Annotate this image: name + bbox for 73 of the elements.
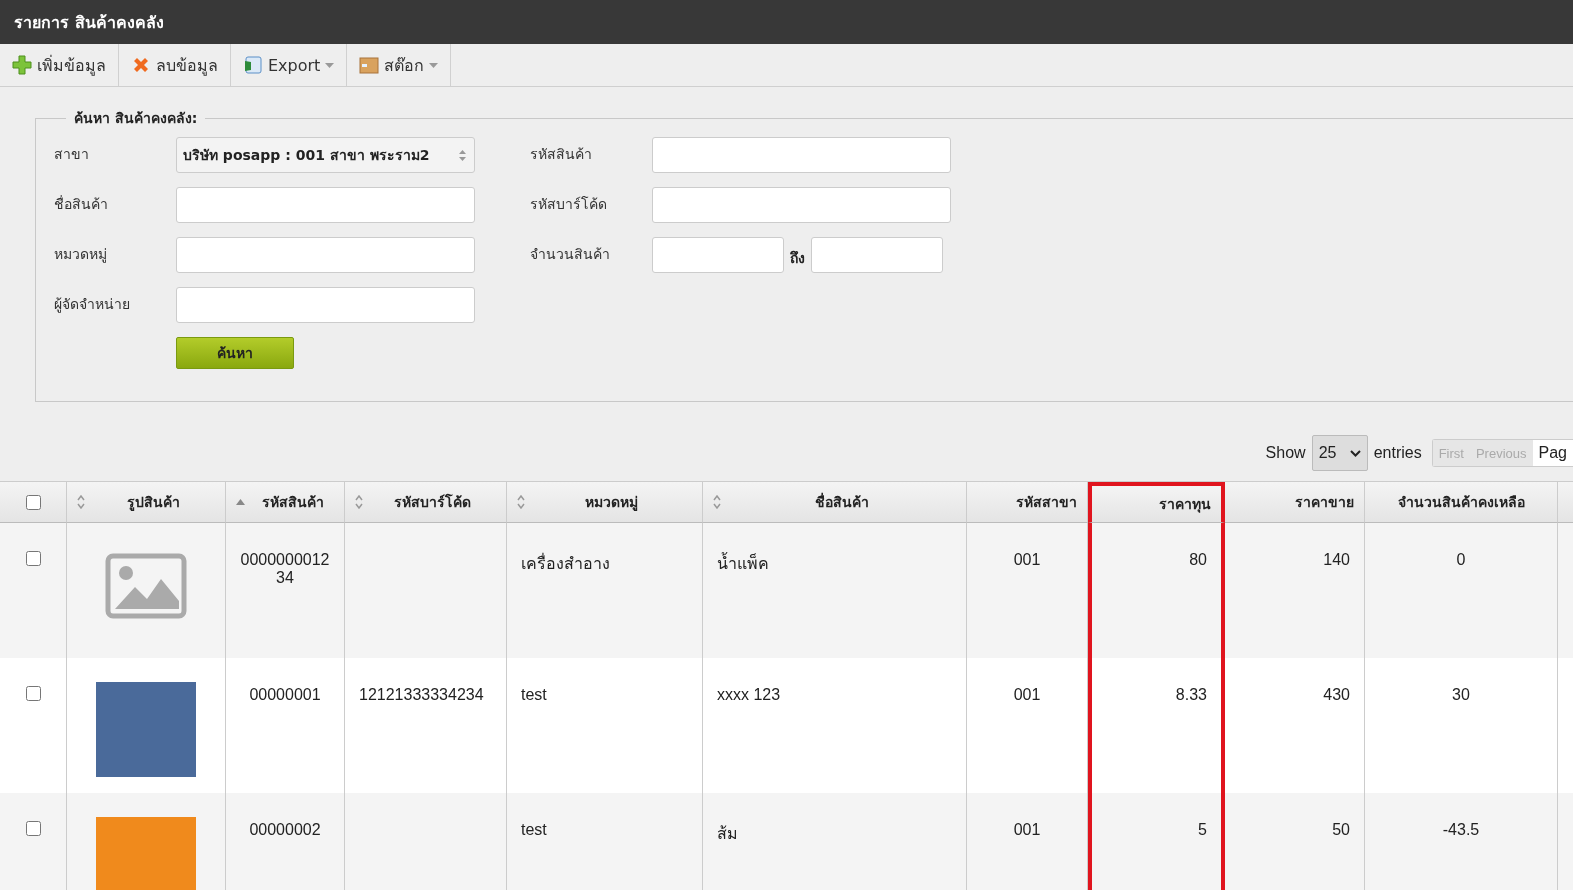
column-header[interactable]: หมวดหมู่: [507, 482, 703, 523]
spreadsheet-icon: [243, 55, 263, 75]
table-cell: ส้ม: [703, 793, 967, 890]
sort-icon[interactable]: [517, 495, 525, 509]
select-arrows-icon: [459, 149, 466, 161]
window-title: รายการ สินค้าคงคลัง: [0, 0, 1573, 44]
table-cell: 30: [1365, 658, 1558, 793]
row-checkbox[interactable]: [25, 686, 41, 701]
table-cell: test: [507, 658, 703, 793]
table-cell: test: [507, 793, 703, 890]
field-label: รหัสบาร์โค้ด: [530, 195, 608, 214]
field-label: ชื่อสินค้า: [54, 194, 109, 214]
table-cell: 00000001: [226, 658, 345, 793]
input-field[interactable]: [811, 237, 943, 273]
field-label: จำนวนสินค้า: [530, 245, 611, 264]
table-cell: 50: [1225, 793, 1365, 890]
table-cell: 001: [967, 523, 1088, 658]
table-cell: 000000001234: [226, 523, 345, 658]
table-cell: 001: [967, 658, 1088, 793]
panel-legend: ค้นหา สินค้าคงคลัง:: [66, 107, 206, 129]
toolbar-button[interactable]: สต๊อก: [347, 44, 452, 86]
table-cell: 8.33: [1088, 658, 1225, 793]
column-header[interactable]: รูปสินค้า: [67, 482, 226, 523]
table-cell: 430: [1225, 658, 1365, 793]
column-header[interactable]: จำนวนสินค้าคงเหลือ: [1365, 482, 1558, 523]
field-label: สาขา: [54, 145, 90, 164]
range-separator: ถึง: [789, 249, 806, 268]
column-header[interactable]: ชื่อสินค้า: [703, 482, 967, 523]
select-all-checkbox[interactable]: [25, 494, 41, 510]
column-header[interactable]: ราคาขาย: [1225, 482, 1365, 523]
input-field[interactable]: [176, 287, 475, 323]
branch-select[interactable]: บริษัท posapp : 001 สาขา พระราม2: [176, 137, 475, 173]
table-cell: น้ำแพ็ค: [703, 523, 967, 658]
box-icon: [359, 55, 380, 75]
table-cell: เครื่องสำอาง: [507, 523, 703, 658]
plus-icon: [12, 55, 32, 75]
toolbar-button[interactable]: ลบข้อมูล: [119, 44, 231, 86]
table-cell: -43.5: [1365, 793, 1558, 890]
row-checkbox[interactable]: [25, 551, 41, 566]
column-header[interactable]: รหัสสาขา: [967, 482, 1088, 523]
table-cell: 0: [1365, 523, 1558, 658]
input-field[interactable]: [176, 237, 475, 273]
column-header[interactable]: ราคาทุน: [1088, 482, 1225, 523]
input-field[interactable]: [652, 137, 951, 173]
sort-icon[interactable]: [355, 495, 363, 509]
sort-icon[interactable]: [713, 495, 721, 509]
image-placeholder-icon: [105, 553, 187, 619]
input-field[interactable]: [176, 187, 475, 223]
page-size-select[interactable]: 25: [1311, 435, 1368, 471]
field-label: ผู้จัดจำหน่าย: [54, 295, 131, 315]
column-header[interactable]: รหัสบาร์โค้ด: [345, 482, 507, 523]
table-cell: 140: [1225, 523, 1365, 658]
sort-ascending-icon[interactable]: [236, 499, 245, 505]
table-cell: 80: [1088, 523, 1225, 658]
field-label: รหัสสินค้า: [530, 145, 593, 164]
search-button[interactable]: ค้นหา: [176, 337, 294, 369]
table-cell: 001: [967, 793, 1088, 890]
sort-icon[interactable]: [77, 495, 85, 509]
column-header[interactable]: รหัสสินค้า: [226, 482, 345, 523]
pager-button[interactable]: Pag: [1532, 440, 1573, 466]
field-label: หมวดหมู่: [54, 245, 108, 265]
show-label: Show: [1265, 444, 1306, 462]
table-cell: 12121333334234: [345, 658, 507, 793]
toolbar-button[interactable]: เพิ่มข้อมูล: [0, 44, 119, 86]
input-field[interactable]: [652, 187, 951, 223]
table-cell: 00000002: [226, 793, 345, 890]
toolbar-button[interactable]: Export: [231, 44, 348, 86]
entries-label: entries: [1373, 444, 1422, 462]
input-field[interactable]: [652, 237, 784, 273]
table-cell: 5: [1088, 793, 1225, 890]
chevron-down-icon: [1349, 449, 1361, 457]
row-checkbox[interactable]: [25, 821, 41, 836]
table-cell: xxxx 123: [703, 658, 967, 793]
